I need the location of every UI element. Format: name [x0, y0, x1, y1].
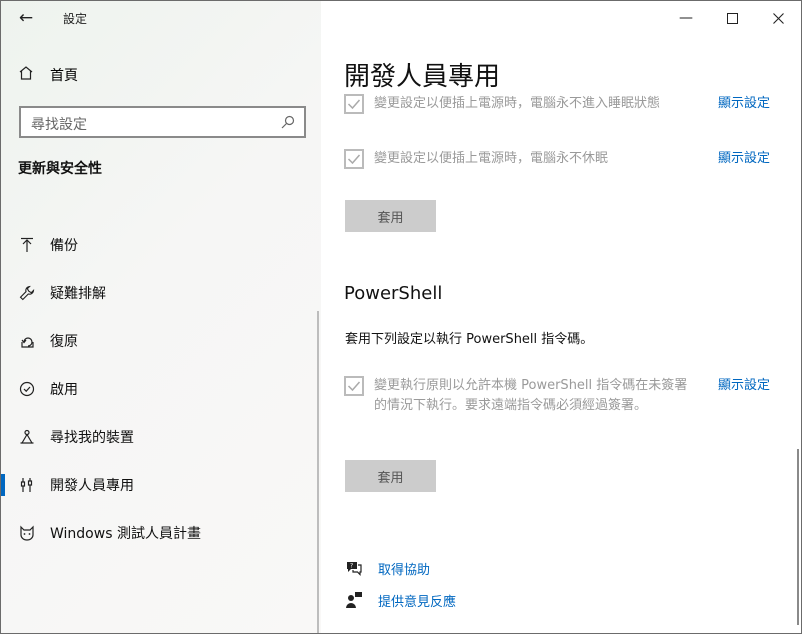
check-circle-icon	[18, 380, 36, 398]
sidebar-nav: 備份 疑難排解 復原 啟用 尋找我的裝置 開發人員專用 Windows 測試人員…	[1, 221, 321, 557]
section-title: 更新與安全性	[18, 161, 102, 177]
backup-arrow-icon	[18, 236, 36, 254]
powershell-checkbox[interactable]	[344, 376, 364, 396]
hibernate-setting-text: 變更設定以便插上電源時，電腦永不休眠	[374, 151, 609, 166]
search-placeholder: 尋找設定	[31, 117, 87, 133]
insider-cat-icon	[18, 524, 36, 542]
wrench-icon	[18, 284, 36, 302]
maximize-button[interactable]	[709, 1, 755, 35]
search-icon	[280, 114, 296, 134]
sidebar-item-label: Windows 測試人員計畫	[50, 526, 201, 542]
home-label: 首頁	[50, 68, 78, 84]
powershell-description: 套用下列設定以執行 PowerShell 指令碼。	[345, 332, 594, 347]
sidebar-item-activation[interactable]: 啟用	[1, 365, 321, 413]
svg-text:?: ?	[350, 563, 353, 570]
minimize-button[interactable]: —	[663, 1, 709, 35]
maximize-icon	[726, 12, 738, 24]
checkmark-icon	[347, 99, 361, 110]
get-help-link[interactable]: ? 取得協助	[344, 558, 430, 578]
sleep-checkbox[interactable]	[344, 94, 364, 114]
help-chat-icon: ?	[344, 558, 364, 578]
sidebar-item-label: 尋找我的裝置	[50, 430, 134, 446]
checkmark-icon	[347, 154, 361, 165]
hibernate-checkbox[interactable]	[344, 149, 364, 169]
sidebar-item-backup[interactable]: 備份	[1, 221, 321, 269]
apply-powershell-button[interactable]: 套用	[345, 460, 436, 492]
sidebar-item-label: 復原	[50, 334, 78, 350]
back-button[interactable]: ←	[15, 7, 37, 29]
titlebar-left: ← 設定	[1, 1, 321, 35]
sidebar-item-troubleshoot[interactable]: 疑難排解	[1, 269, 321, 317]
developer-tools-icon	[18, 476, 36, 494]
sidebar-item-label: 疑難排解	[50, 286, 106, 302]
find-device-icon	[18, 428, 36, 446]
give-feedback-label: 提供意見反應	[378, 594, 457, 610]
show-settings-link[interactable]: 顯示設定	[718, 376, 770, 396]
minimize-icon: —	[679, 10, 693, 26]
content-pane: — 開發人員專用 變更設定以便插上電源時，電腦永不進入睡眠狀態 顯示設定 變更設…	[321, 1, 801, 633]
back-arrow-icon: ←	[18, 8, 34, 28]
show-settings-link[interactable]: 顯示設定	[718, 149, 770, 169]
sleep-setting-text: 變更設定以便插上電源時，電腦永不進入睡眠狀態	[374, 96, 661, 111]
apply-power-button[interactable]: 套用	[345, 200, 436, 232]
sidebar-item-recovery[interactable]: 復原	[1, 317, 321, 365]
sidebar-item-label: 啟用	[50, 382, 78, 398]
page-title: 開發人員專用	[344, 62, 501, 92]
recovery-icon	[18, 332, 36, 350]
show-settings-link[interactable]: 顯示設定	[718, 94, 770, 114]
powershell-heading: PowerShell	[344, 283, 443, 304]
get-help-label: 取得協助	[378, 562, 431, 578]
give-feedback-link[interactable]: 提供意見反應	[344, 590, 456, 610]
sidebar-item-windows-insider[interactable]: Windows 測試人員計畫	[1, 509, 321, 557]
checkmark-icon	[347, 381, 361, 392]
settings-sidebar: ← 設定 首頁 尋找設定 更新與安全性 備份 疑難排解 復原 啟用 尋找我的裝置…	[1, 1, 321, 633]
feedback-person-icon	[344, 590, 364, 610]
app-title: 設定	[63, 12, 88, 26]
home-icon	[18, 65, 38, 85]
sidebar-item-for-developers[interactable]: 開發人員專用	[1, 461, 321, 509]
sidebar-item-find-my-device[interactable]: 尋找我的裝置	[1, 413, 321, 461]
window-controls: —	[663, 1, 801, 35]
sidebar-item-label: 備份	[50, 238, 78, 254]
sidebar-scrollbar[interactable]	[317, 311, 319, 633]
home-nav-item[interactable]: 首頁	[18, 64, 78, 86]
close-button[interactable]	[755, 1, 801, 35]
content-scrollbar[interactable]	[797, 449, 799, 625]
powershell-policy-text: 變更執行原則以允許本機 PowerShell 指令碼在未簽署的情況下執行。要求遠…	[374, 378, 688, 413]
close-icon	[772, 12, 784, 24]
sidebar-item-label: 開發人員專用	[50, 478, 134, 494]
search-input[interactable]: 尋找設定	[19, 106, 306, 138]
